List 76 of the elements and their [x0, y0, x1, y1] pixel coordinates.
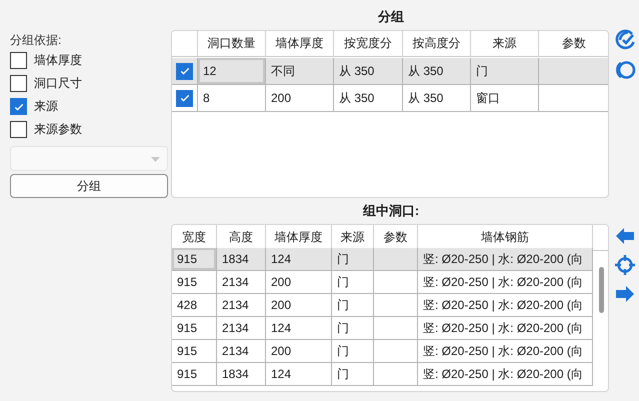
table-cell: 915	[172, 340, 217, 363]
table-cell: 从 350	[403, 85, 471, 112]
table-cell: 竖: Ø20-250 | 水: Ø20-200 (向	[418, 340, 593, 363]
table-cell: 915	[172, 317, 217, 340]
circle-icon[interactable]	[614, 59, 636, 81]
crosshair-icon[interactable]	[614, 254, 636, 276]
table-cell: 门	[332, 248, 374, 271]
table-cell: 915	[172, 248, 217, 271]
table-cell: 200	[266, 85, 334, 112]
table-cell: 门	[332, 340, 374, 363]
table-cell: 竖: Ø20-250 | 水: Ø20-200 (向	[418, 248, 593, 271]
column-header[interactable]: 按宽度分	[334, 31, 403, 57]
table-cell: 2134	[217, 317, 266, 340]
check-circle-icon[interactable]	[614, 29, 636, 51]
table-cell: 从 350	[403, 58, 471, 85]
checkbox-label: 来源	[34, 98, 58, 116]
checkbox[interactable]	[10, 121, 27, 138]
checkbox-label: 来源参数	[34, 121, 82, 138]
check-icon	[178, 65, 190, 77]
table-cell: 门	[471, 58, 539, 85]
scrollbar[interactable]	[599, 267, 604, 313]
column-header[interactable]: 墙体厚度	[266, 31, 334, 57]
table-cell: 915	[172, 271, 217, 294]
table-cell: 竖: Ø20-250 | 水: Ø20-200 (向	[418, 271, 593, 294]
section-title: 组中洞口:	[362, 202, 420, 220]
table-cell: 124	[266, 363, 332, 386]
left-arrow-icon[interactable]	[616, 228, 634, 244]
section-title: 分组	[378, 8, 404, 26]
table-cell: 从 350	[334, 85, 403, 112]
table-cell: 2134	[217, 271, 266, 294]
checkbox-label: 墙体厚度	[34, 52, 82, 70]
checkbox[interactable]	[176, 90, 193, 106]
table-cell: 200	[266, 340, 332, 363]
table-cell: 1834	[217, 363, 266, 386]
right-arrow-icon[interactable]	[616, 286, 634, 302]
table-cell: 门	[332, 317, 374, 340]
table-cell: 124	[266, 248, 332, 271]
table-cell: 200	[266, 271, 332, 294]
caret-icon	[151, 157, 160, 162]
table-cell: 竖: Ø20-250 | 水: Ø20-200 (向	[418, 363, 593, 386]
table-cell: 竖: Ø20-250 | 水: Ø20-200 (向	[418, 317, 593, 340]
table-cell: 12	[198, 58, 266, 85]
table-cell: 竖: Ø20-250 | 水: Ø20-200 (向	[418, 294, 593, 317]
table-cell: 8	[198, 85, 266, 112]
table-cell: 不同	[266, 58, 334, 85]
table-cell: 窗口	[471, 85, 539, 112]
table-cell: 门	[332, 363, 374, 386]
check-icon	[178, 92, 190, 104]
table-cell	[374, 340, 418, 363]
checkbox-label: 洞口尺寸	[34, 75, 82, 92]
table-cell	[374, 248, 418, 271]
column-header[interactable]: 来源	[471, 31, 539, 57]
table-cell: 2134	[217, 340, 266, 363]
table-cell: 门	[332, 271, 374, 294]
table-cell	[539, 58, 608, 85]
table-cell: 200	[266, 294, 332, 317]
group-by-label: 分组依据:	[10, 32, 62, 49]
table-cell: 门	[332, 294, 374, 317]
table-cell: 124	[266, 317, 332, 340]
checkbox[interactable]	[10, 75, 27, 92]
table-cell: 2134	[217, 294, 266, 317]
column-header[interactable]: 洞口数量	[198, 31, 266, 57]
column-header[interactable]: 参数	[539, 31, 608, 57]
column-header[interactable]: 按高度分	[403, 31, 471, 57]
checkbox[interactable]	[10, 98, 27, 116]
table-cell	[374, 294, 418, 317]
table-cell: 915	[172, 363, 217, 386]
table-cell	[374, 363, 418, 386]
table-cell	[374, 271, 418, 294]
table-cell: 从 350	[334, 58, 403, 85]
checkbox[interactable]	[10, 52, 27, 70]
table-cell: 428	[172, 294, 217, 317]
table-cell	[374, 317, 418, 340]
table-cell: 1834	[217, 248, 266, 271]
checkbox[interactable]	[176, 62, 193, 80]
group-button[interactable]: 分组	[10, 174, 168, 198]
